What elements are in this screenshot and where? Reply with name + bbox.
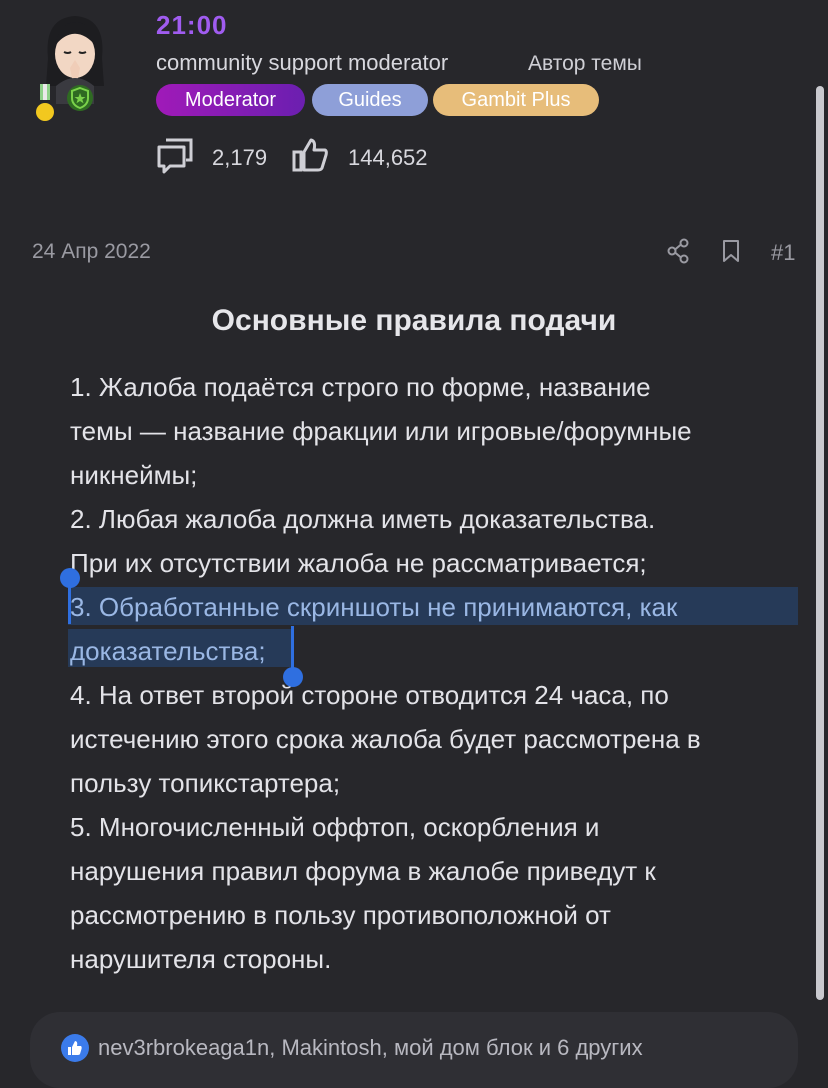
share-icon[interactable] (666, 238, 690, 269)
scrollbar[interactable] (816, 86, 824, 1000)
reactions-text[interactable]: nev3rbrokeaga1n, Makintosh, мой дом блок… (98, 1035, 643, 1061)
post-line: нарушения правил форума в жалобе приведу… (70, 856, 656, 886)
post-line: нарушителя стороны. (70, 944, 332, 974)
username[interactable]: 21:00 (156, 10, 228, 41)
post-line: 5. Многочисленный оффтоп, оскорбления и (70, 812, 600, 842)
post-line: темы — название фракции или игровые/фору… (70, 416, 692, 446)
badge-gambit-plus[interactable]: Gambit Plus (433, 84, 599, 116)
post-line: 4. На ответ второй стороне отводится 24 … (70, 680, 669, 710)
shield-badge-icon (66, 84, 94, 117)
badge-guides[interactable]: Guides (312, 84, 428, 116)
user-role: community support moderator (156, 50, 449, 75)
messages-icon (156, 138, 194, 179)
messages-count: 2,179 (212, 145, 268, 170)
selection-start-caret (68, 586, 71, 624)
post-line: 2. Любая жалоба должна иметь доказательс… (70, 504, 656, 534)
post-number-link[interactable]: #1 (771, 240, 795, 266)
badge-moderator[interactable]: Moderator (156, 84, 305, 116)
post-line: 1. Жалоба подаётся строго по форме, назв… (70, 372, 651, 402)
post-line: рассмотрению в пользу противоположной от (70, 900, 611, 930)
post-line: никнеймы; (70, 460, 198, 490)
post-line-selected[interactable]: 3. Обработанные скриншоты не принимаются… (70, 592, 677, 623)
likes-count: 144,652 (348, 145, 428, 170)
post-line: истечению этого срока жалоба будет рассм… (70, 724, 701, 754)
thumbs-up-icon (292, 138, 328, 177)
selection-start-handle[interactable] (60, 568, 80, 588)
like-reaction-icon (60, 1033, 90, 1068)
medal-icon (34, 84, 56, 127)
post-date[interactable]: 24 Апр 2022 (32, 240, 151, 264)
bookmark-icon[interactable] (721, 238, 741, 269)
author-label: Автор темы (528, 52, 642, 75)
post-line: пользу топикстартера; (70, 768, 341, 798)
post-title: Основные правила подачи (211, 304, 617, 337)
post-line: При их отсутствии жалоба не рассматривае… (70, 548, 647, 578)
selection-end-handle[interactable] (283, 667, 303, 687)
post-line-selected[interactable]: доказательства; (70, 636, 266, 667)
selection-end-caret (291, 626, 294, 670)
